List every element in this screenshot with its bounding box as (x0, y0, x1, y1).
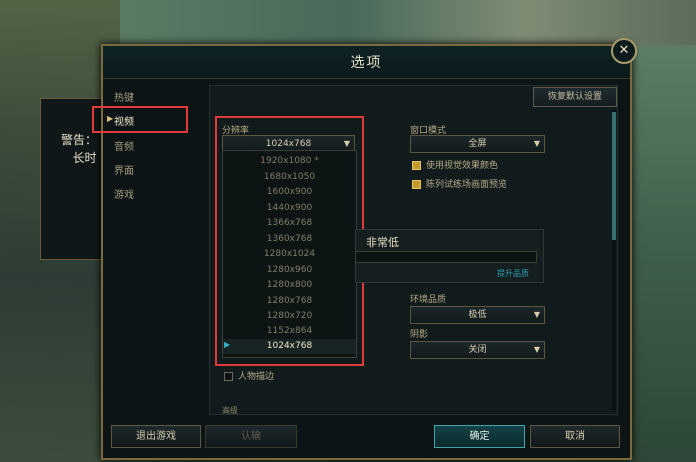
environment-quality-value: 极低 (468, 310, 487, 320)
window-mode-dropdown[interactable]: 全屏 ▼ (410, 135, 545, 153)
checkbox-character-inking[interactable]: 人物描边 (224, 369, 274, 382)
sidebar-item-hotkeys[interactable]: 热键 (114, 89, 134, 104)
improve-quality-link[interactable]: 提升品质 (497, 268, 529, 279)
quality-level: 非常低 (366, 236, 399, 249)
sidebar-video-highlight (92, 106, 188, 133)
checkbox-unchecked-icon (224, 372, 233, 381)
sidebar-item-audio[interactable]: 音频 (114, 138, 134, 153)
dialog-title: 选项 (350, 55, 383, 71)
quality-slider[interactable] (355, 251, 537, 263)
restore-defaults-button[interactable]: 恢复默认设置 (533, 87, 617, 107)
settings-scroll-thumb[interactable] (612, 112, 616, 240)
surrender-button[interactable]: 认输 (205, 425, 297, 448)
advanced-section-label: 高级 (222, 406, 238, 415)
resolution-highlight (215, 116, 364, 366)
exit-game-button[interactable]: 退出游戏 (111, 425, 201, 448)
chevron-down-icon: ▼ (533, 139, 540, 148)
checkbox-checked-icon (412, 161, 421, 170)
checkbox-color-effects[interactable]: 使用视觉效果颜色 (412, 158, 498, 171)
game-background-top (120, 0, 696, 45)
close-button[interactable]: ✕ (611, 38, 637, 64)
environment-quality-dropdown[interactable]: 极低 ▼ (410, 306, 545, 324)
sidebar-item-game[interactable]: 游戏 (114, 186, 134, 201)
window-mode-value: 全屏 (468, 139, 487, 149)
game-background-right (628, 45, 696, 462)
cancel-button[interactable]: 取消 (530, 425, 620, 448)
shadows-value: 关闭 (468, 345, 487, 355)
chevron-down-icon: ▼ (533, 310, 540, 319)
checkbox-practice-preview[interactable]: 陈列试练场画面预览 (412, 177, 507, 190)
environment-quality-label: 环境品质 (410, 295, 447, 305)
dialog-header: 选项 (103, 46, 630, 79)
ok-button[interactable]: 确定 (434, 425, 525, 448)
chevron-down-icon: ▼ (533, 345, 540, 354)
checkbox-checked-icon (412, 180, 421, 189)
sidebar-item-interface[interactable]: 界面 (114, 162, 134, 177)
warning-text: 警告： 长时 (61, 133, 98, 165)
shadows-label: 阴影 (410, 330, 429, 340)
shadows-dropdown[interactable]: 关闭 ▼ (410, 341, 545, 359)
